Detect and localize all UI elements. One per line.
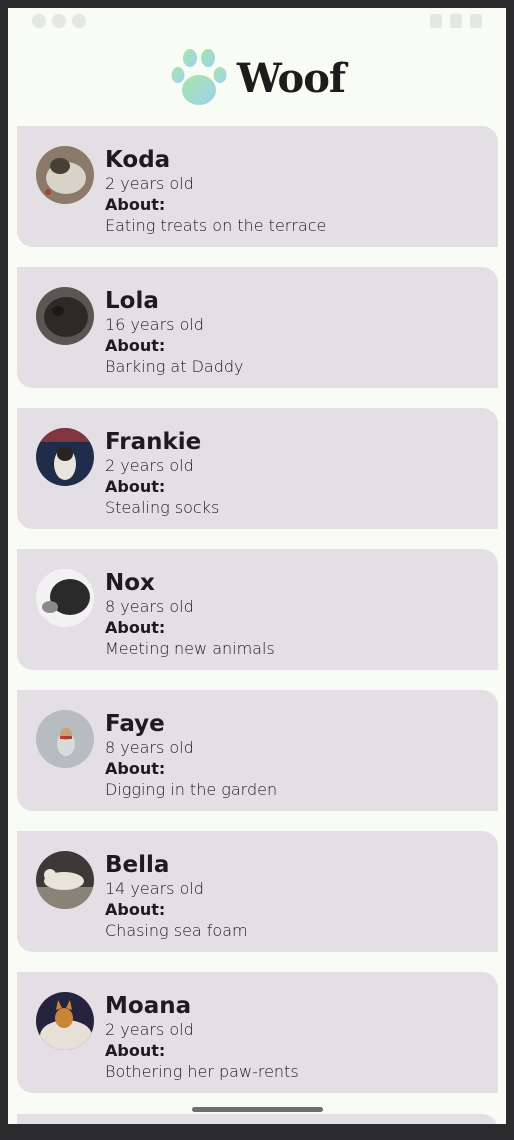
dog-name: Moana: [105, 993, 192, 1019]
status-clock-icon: [32, 14, 46, 28]
home-indicator[interactable]: [192, 1107, 323, 1112]
about-text: Meeting new animals: [105, 639, 275, 658]
status-notification-icon: [52, 14, 66, 28]
dog-info: Koda 2 years old About: Eating treats on…: [105, 146, 485, 236]
dog-list[interactable]: Koda 2 years old About: Eating treats on…: [17, 126, 498, 1113]
about-label: About:: [105, 336, 166, 355]
wifi-icon: [430, 14, 442, 28]
dog-card[interactable]: Lola 16 years old About: Barking at Dadd…: [17, 267, 498, 388]
dog-card[interactable]: Bella 14 years old About: Chasing sea fo…: [17, 831, 498, 952]
dog-name: Koda: [105, 147, 171, 173]
about-label: About:: [105, 1041, 166, 1060]
dog-age: 16 years old: [105, 315, 204, 334]
about-label: About:: [105, 477, 166, 496]
about-label: About:: [105, 618, 166, 637]
dog-card[interactable]: Koda 2 years old About: Eating treats on…: [17, 126, 498, 247]
app-title: Woof: [236, 54, 346, 102]
about-text: Barking at Daddy: [105, 357, 244, 376]
dog-card-partial[interactable]: [17, 1114, 498, 1124]
dog-card[interactable]: Frankie 2 years old About: Stealing sock…: [17, 408, 498, 529]
dog-name: Faye: [105, 711, 165, 737]
about-text: Stealing socks: [105, 498, 220, 517]
status-settings-icon: [72, 14, 86, 28]
battery-icon: [470, 14, 482, 28]
dog-info: Lola 16 years old About: Barking at Dadd…: [105, 287, 485, 377]
dog-info: Faye 8 years old About: Digging in the g…: [105, 710, 485, 800]
about-label: About:: [105, 759, 166, 778]
status-icons-left: [32, 14, 86, 28]
app-bar: Woof: [8, 46, 506, 110]
paw-icon: [171, 49, 227, 105]
dog-info: Moana 2 years old About: Bothering her p…: [105, 992, 485, 1082]
dog-card[interactable]: Moana 2 years old About: Bothering her p…: [17, 972, 498, 1093]
dog-info: Nox 8 years old About: Meeting new anima…: [105, 569, 485, 659]
about-label: About:: [105, 900, 166, 919]
about-label: About:: [105, 195, 166, 214]
dog-avatar: [36, 287, 94, 345]
dog-avatar: [36, 992, 94, 1050]
dog-name: Lola: [105, 288, 159, 314]
dog-age: 2 years old: [105, 456, 194, 475]
status-bar: [8, 8, 506, 38]
dog-avatar: [36, 710, 94, 768]
dog-avatar: [36, 428, 94, 486]
dog-card[interactable]: Faye 8 years old About: Digging in the g…: [17, 690, 498, 811]
about-text: Eating treats on the terrace: [105, 216, 327, 235]
dog-card[interactable]: Nox 8 years old About: Meeting new anima…: [17, 549, 498, 670]
dog-avatar: [36, 146, 94, 204]
signal-icon: [450, 14, 462, 28]
dog-avatar: [36, 851, 94, 909]
dog-info: Frankie 2 years old About: Stealing sock…: [105, 428, 485, 518]
dog-age: 8 years old: [105, 597, 194, 616]
dog-age: 2 years old: [105, 174, 194, 193]
dog-name: Frankie: [105, 429, 202, 455]
about-text: Digging in the garden: [105, 780, 278, 799]
dog-age: 2 years old: [105, 1020, 194, 1039]
dog-name: Nox: [105, 570, 155, 596]
dog-age: 8 years old: [105, 738, 194, 757]
about-text: Bothering her paw-rents: [105, 1062, 299, 1081]
phone-screen: Woof Koda 2 years old About: Eating trea…: [8, 8, 506, 1124]
about-text: Chasing sea foam: [105, 921, 248, 940]
dog-avatar: [36, 569, 94, 627]
status-icons-right: [430, 14, 482, 28]
dog-age: 14 years old: [105, 879, 204, 898]
dog-info: Bella 14 years old About: Chasing sea fo…: [105, 851, 485, 941]
dog-name: Bella: [105, 852, 170, 878]
